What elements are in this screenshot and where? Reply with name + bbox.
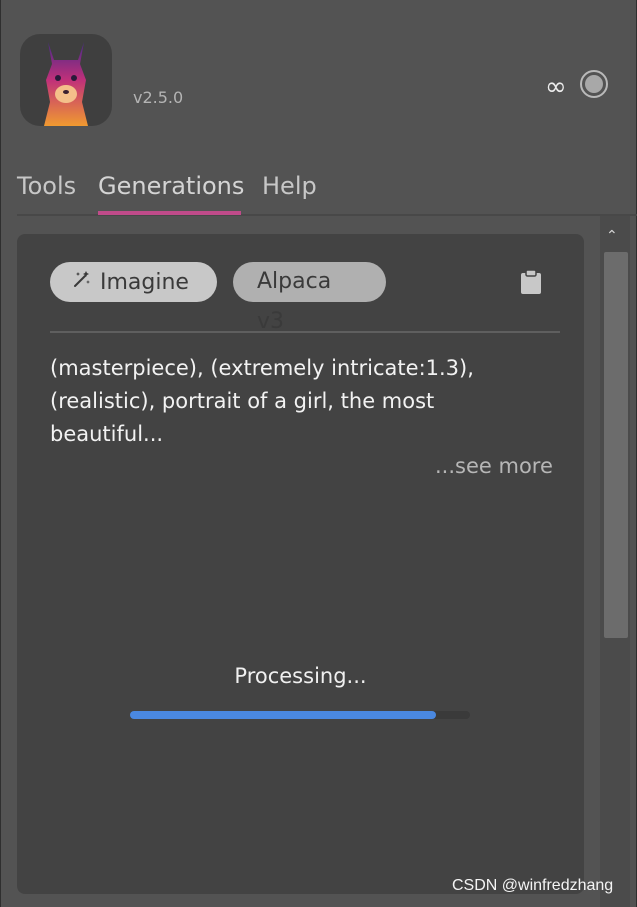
alpaca-logo-icon (44, 42, 88, 126)
active-tab-indicator (98, 211, 241, 215)
tab-bar: Tools Generations Help (17, 168, 637, 216)
version-label: v2.5.0 (133, 88, 184, 107)
clipboard-icon[interactable] (520, 269, 542, 295)
progress-bar (130, 711, 470, 719)
magic-wand-icon (72, 262, 92, 302)
generation-card: Imagine Alpaca v3 (masterpiece), (extrem… (17, 234, 584, 894)
chevron-up-icon[interactable]: ⌃ (606, 228, 618, 244)
card-divider (50, 331, 560, 333)
watermark: CSDN @winfredzhang (452, 877, 614, 894)
imagine-label: Imagine (100, 270, 189, 295)
tab-generations[interactable]: Generations (98, 168, 244, 214)
tab-tools[interactable]: Tools (17, 168, 76, 214)
progress-fill (130, 711, 436, 719)
model-chip[interactable]: Alpaca v3 (233, 262, 386, 334)
app-logo (20, 34, 112, 126)
imagine-button[interactable]: Imagine (50, 262, 217, 302)
processing-status: Processing... (234, 664, 367, 688)
record-circle-icon[interactable] (580, 70, 608, 98)
infinity-icon[interactable]: ∞ (545, 72, 567, 102)
scrollbar-thumb[interactable] (604, 252, 628, 638)
tab-help[interactable]: Help (262, 168, 317, 214)
prompt-text: (masterpiece), (extremely intricate:1.3)… (50, 356, 474, 446)
see-more-link[interactable]: ...see more (435, 454, 553, 478)
